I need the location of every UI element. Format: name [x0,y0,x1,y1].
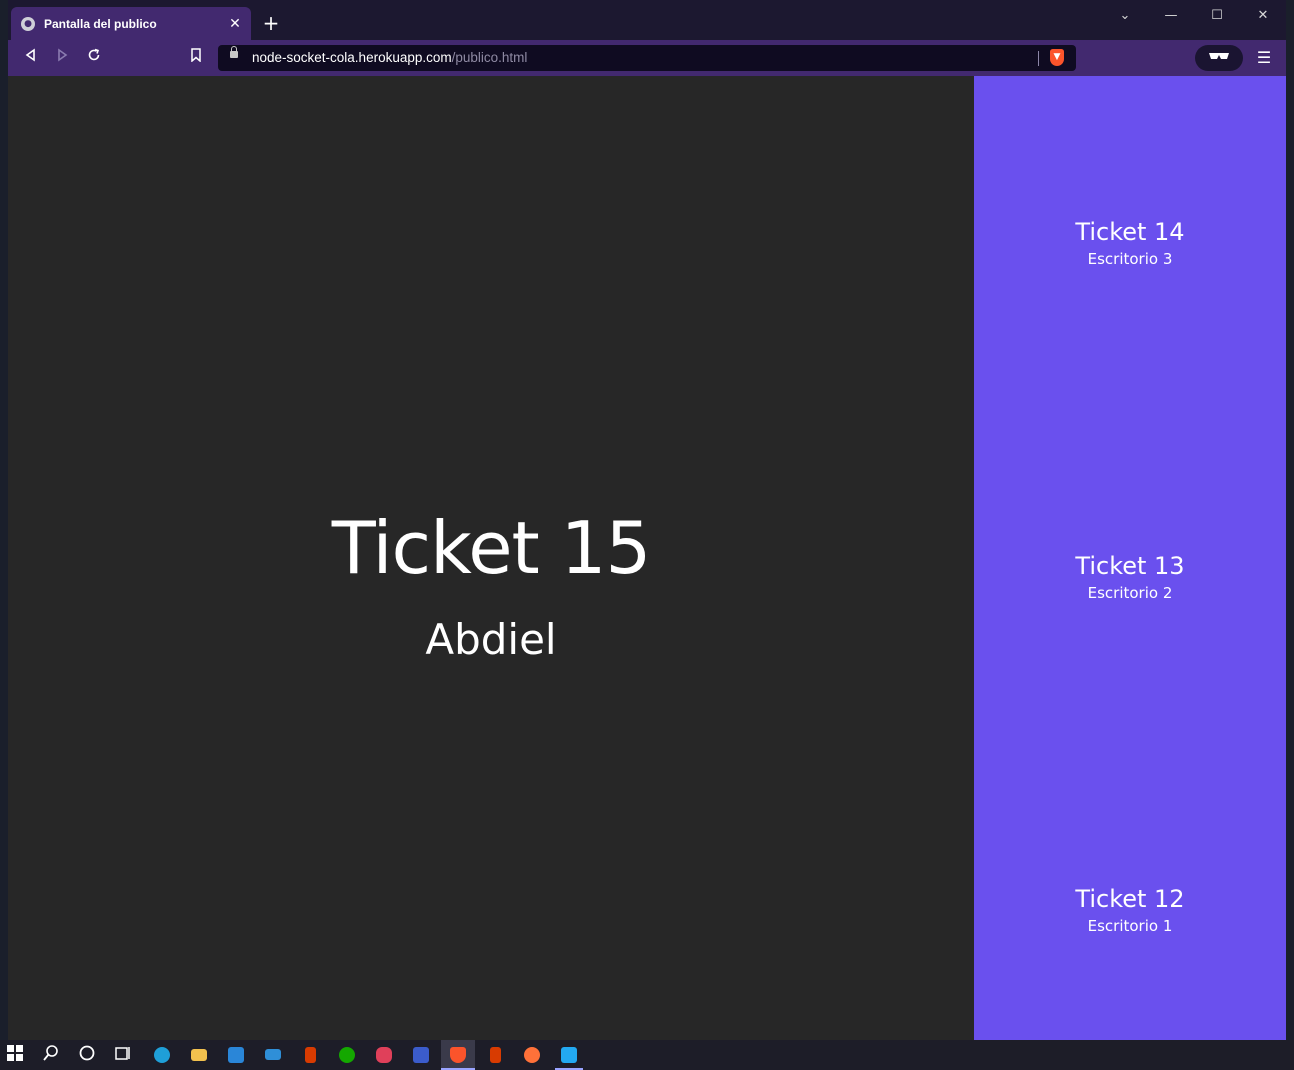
recent-ticket-item: Ticket 13 Escritorio 2 [974,550,1286,604]
recent-ticket-number: Ticket 13 [1075,552,1185,580]
recent-ticket-item: Ticket 14 Escritorio 3 [974,216,1286,270]
browser-tab[interactable]: ● Pantalla del publico ✕ [11,7,251,40]
browser-toolbar: node-socket-cola.herokuapp.com/publico.h… [8,40,1286,76]
back-icon[interactable] [20,47,42,69]
url-divider [1038,51,1039,66]
new-tab-button[interactable]: + [261,12,281,34]
address-bar[interactable]: node-socket-cola.herokuapp.com/publico.h… [218,45,1076,71]
recent-ticket-desk: Escritorio 2 [1087,584,1173,602]
browser-window: ● Pantalla del publico ✕ + ⌄ — ☐ ✕ node-… [8,0,1286,1040]
forward-icon[interactable] [51,47,73,69]
tab-title: Pantalla del publico [44,16,157,31]
minimize-button[interactable]: — [1158,6,1184,26]
tab-list-icon[interactable]: ⌄ [1112,6,1138,26]
lock-icon [230,46,238,58]
recent-ticket-number: Ticket 14 [1075,218,1185,246]
edge-icon[interactable] [152,1045,172,1065]
current-ticket-number: Ticket 15 [331,506,652,590]
file-explorer-icon[interactable] [189,1045,209,1065]
globe-icon: ● [21,16,35,31]
sunglasses-icon[interactable] [1195,45,1243,71]
recent-ticket-item: Ticket 12 Escritorio 1 [974,883,1286,937]
recent-ticket-number: Ticket 12 [1075,885,1185,913]
search-icon[interactable] [41,1045,61,1065]
brave-icon[interactable] [448,1045,468,1065]
recent-ticket-desk: Escritorio 3 [1087,250,1173,268]
task-view-icon[interactable] [113,1045,133,1065]
firefox-icon[interactable] [522,1045,542,1065]
windows-start-icon[interactable] [5,1045,25,1065]
office-icon[interactable] [300,1045,320,1065]
close-window-button[interactable]: ✕ [1250,6,1276,26]
webcam-icon[interactable] [374,1045,394,1065]
translator-icon[interactable] [411,1045,431,1065]
office-icon-2[interactable] [485,1045,505,1065]
current-ticket-panel: Ticket 15 Abdiel [8,76,974,1040]
recent-tickets-panel: Ticket 14 Escritorio 3 Ticket 13 Escrito… [974,76,1286,1040]
brave-shields-icon[interactable]: ▼ [1050,49,1064,66]
url-host: node-socket-cola.herokuapp.com [252,50,452,65]
close-tab-icon[interactable]: ✕ [227,16,243,32]
windows-taskbar [0,1040,1294,1070]
url-path: /publico.html [451,50,528,65]
vscode-icon[interactable] [559,1045,579,1065]
maximize-button[interactable]: ☐ [1204,6,1230,26]
page-content: Ticket 15 Abdiel Ticket 14 Escritorio 3 … [8,76,1286,1040]
store-icon[interactable] [226,1045,246,1065]
bookmark-icon[interactable] [185,47,207,69]
mail-icon[interactable] [263,1045,283,1065]
cortana-icon[interactable] [77,1045,97,1065]
reload-icon[interactable] [83,47,105,69]
title-bar: ● Pantalla del publico ✕ + ⌄ — ☐ ✕ [8,0,1286,40]
recent-ticket-desk: Escritorio 1 [1087,917,1173,935]
upwork-icon[interactable] [337,1045,357,1065]
current-ticket-desk: Abdiel [425,615,557,664]
url-text: node-socket-cola.herokuapp.com/publico.h… [252,50,527,65]
menu-icon[interactable]: ☰ [1254,47,1274,69]
